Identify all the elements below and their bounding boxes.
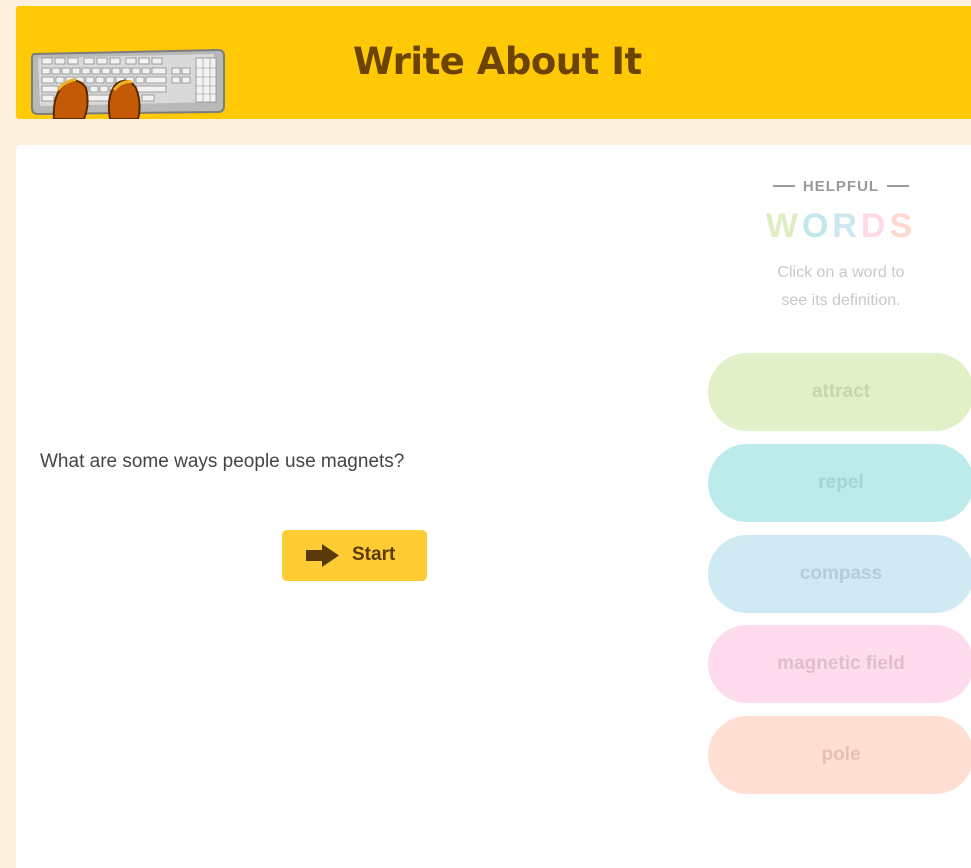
words-title-letter: O bbox=[801, 207, 833, 245]
words-title: WORDS bbox=[756, 207, 926, 246]
helpful-heading-text: HELPFUL bbox=[802, 178, 880, 195]
words-title-letter: D bbox=[860, 207, 890, 245]
words-title-letter: S bbox=[889, 207, 917, 245]
page-title: Write About It bbox=[353, 40, 642, 83]
word-button-compass[interactable]: compass bbox=[708, 535, 971, 613]
arrow-right-icon bbox=[306, 544, 339, 567]
helpful-instructions-line-2: see its definition. bbox=[781, 292, 901, 309]
word-button-repel[interactable]: repel bbox=[708, 444, 971, 522]
words-title-letter: W bbox=[765, 207, 802, 245]
start-button[interactable]: Start bbox=[282, 530, 427, 581]
keyboard-typing-illustration bbox=[31, 48, 225, 119]
activity-panel: What are some ways people use magnets? S… bbox=[16, 145, 971, 868]
word-button-pole[interactable]: pole bbox=[708, 716, 971, 794]
helpful-heading: HELPFUL bbox=[756, 178, 926, 195]
helpful-instructions-line-1: Click on a word to bbox=[777, 264, 905, 281]
header-banner: Write About It bbox=[16, 6, 971, 119]
word-button-attract[interactable]: attract bbox=[708, 353, 971, 431]
words-title-letter: R bbox=[832, 207, 861, 245]
start-button-label: Start bbox=[352, 544, 396, 565]
helpful-instructions: Click on a word to see its definition. bbox=[746, 259, 936, 315]
word-button-magnetic-field[interactable]: magnetic field bbox=[708, 625, 971, 703]
question-prompt: What are some ways people use magnets? bbox=[40, 451, 405, 472]
